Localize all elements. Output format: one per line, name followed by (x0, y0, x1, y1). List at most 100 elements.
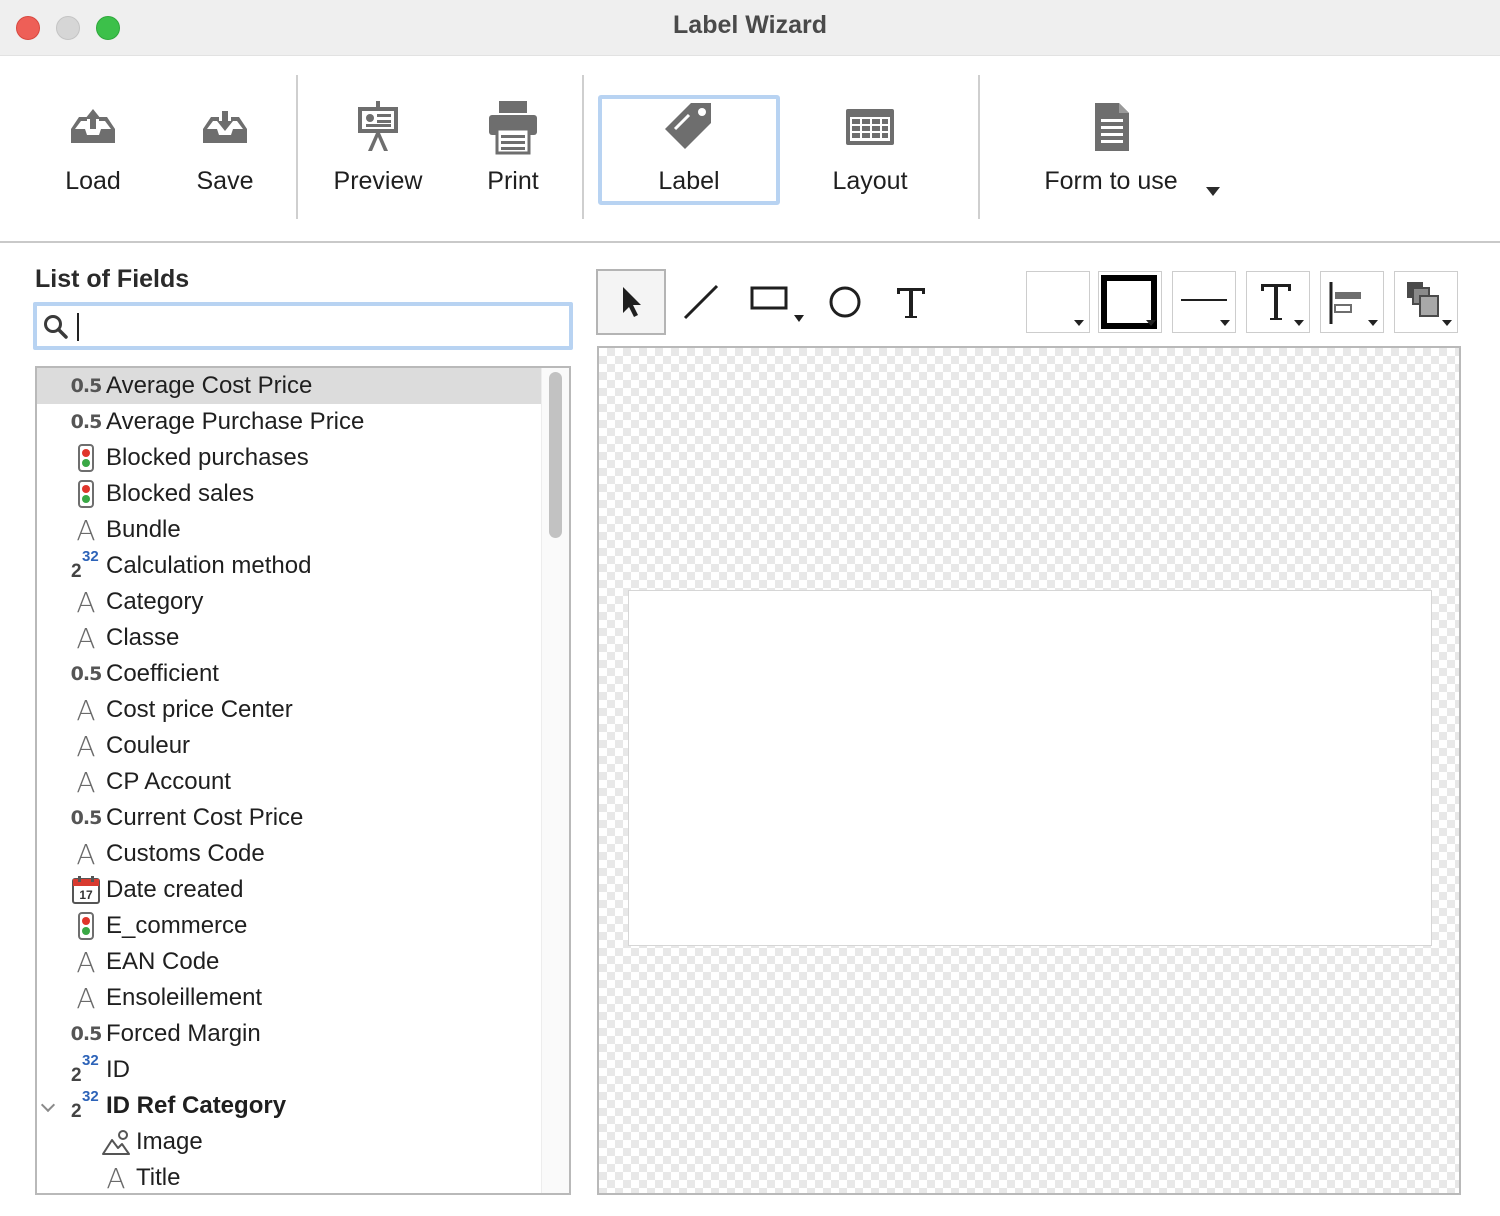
label-button[interactable]: Label (598, 95, 780, 205)
scrollbar-thumb[interactable] (549, 372, 562, 538)
picture-type-icon (101, 1127, 131, 1157)
preview-label: Preview (333, 167, 423, 195)
list-item-label: Ensoleillement (106, 984, 263, 1011)
list-item[interactable]: A CP Account (37, 764, 541, 800)
line-tool-button[interactable] (666, 269, 736, 335)
text-type-icon: A (101, 1161, 131, 1195)
layout-button[interactable]: Layout (806, 95, 934, 205)
toolbar-separator (296, 75, 298, 219)
list-item[interactable]: 17 Date created (37, 872, 541, 908)
list-item[interactable]: Blocked purchases (37, 440, 541, 476)
search-icon (44, 315, 68, 339)
list-item[interactable]: A Ensoleillement (37, 980, 541, 1016)
list-item-label: Couleur (106, 732, 191, 759)
chevron-down-icon (1074, 320, 1084, 326)
load-label: Load (65, 167, 121, 195)
circle-icon (829, 286, 861, 318)
list-item-label: Image (136, 1128, 203, 1155)
list-item[interactable]: 2 32 Calculation method (37, 548, 541, 584)
list-item[interactable]: E_commerce (37, 908, 541, 944)
fill-color-button[interactable] (1026, 271, 1090, 333)
chevron-down-icon[interactable] (1206, 187, 1220, 196)
list-item[interactable]: 0.5 Average Cost Price (37, 368, 541, 404)
decimal-type-glyph: 0.5 (70, 807, 103, 829)
list-item[interactable]: 2 32 ID (37, 1052, 541, 1088)
text-type-glyph: A (76, 729, 96, 763)
integer-type-exponent: 32 (82, 548, 99, 565)
document-icon (1095, 103, 1129, 151)
align-button[interactable] (1320, 271, 1384, 333)
text-type-icon: A (71, 586, 101, 619)
list-item[interactable]: 0.5 Coefficient (37, 656, 541, 692)
text-type-icon: A (71, 766, 101, 799)
form-to-use-button[interactable]: Form to use (1024, 95, 1198, 205)
scrollbar-track[interactable] (541, 368, 569, 1193)
decimal-type-icon: 0.5 (70, 803, 103, 833)
label-label: Label (658, 167, 720, 195)
layout-label: Layout (832, 167, 908, 195)
label-canvas[interactable] (597, 346, 1461, 1195)
chevron-down-icon (1220, 320, 1230, 326)
font-button[interactable] (1246, 271, 1310, 333)
search-box[interactable] (33, 302, 573, 350)
list-item[interactable]: A EAN Code (37, 944, 541, 980)
list-item-label: Cost price Center (106, 696, 293, 723)
preview-button[interactable]: Preview (318, 95, 438, 205)
decimal-type-icon: 0.5 (71, 407, 103, 437)
list-item-label: EAN Code (106, 948, 220, 975)
integer-type-base: 2 (71, 1101, 82, 1122)
arrange-button[interactable] (1394, 271, 1458, 333)
save-label: Save (196, 167, 254, 195)
chevron-down-icon[interactable] (40, 1097, 56, 1113)
list-item[interactable]: Image (37, 1124, 541, 1160)
field-list[interactable]: 0.5 Average Cost Price 0.5 Average Purchase… (35, 366, 571, 1195)
list-item[interactable]: 2 32 ID Ref Category (37, 1088, 541, 1124)
text-type-glyph: A (106, 1161, 126, 1195)
save-button[interactable]: Save (172, 95, 278, 205)
list-item[interactable]: A Couleur (37, 728, 541, 764)
select-tool-button[interactable] (596, 269, 666, 335)
rectangle-icon (750, 286, 804, 322)
tag-icon (665, 103, 711, 149)
line-width-button[interactable] (1172, 271, 1236, 333)
list-item-label: ID (106, 1056, 130, 1083)
list-item-label: Blocked purchases (106, 444, 309, 471)
window-title: Label Wizard (673, 11, 827, 39)
load-button[interactable]: Load (40, 95, 146, 205)
boolean-type-icon (71, 479, 101, 509)
chevron-down-icon (1442, 320, 1452, 326)
chevron-down-icon (1368, 320, 1378, 326)
title-bar: Label Wizard (0, 0, 1500, 56)
list-item-label: E_commerce (106, 912, 248, 939)
list-item-label: Category (106, 588, 204, 615)
list-item-label: Customs Code (106, 840, 265, 867)
decimal-type-icon: 0.5 (71, 1019, 103, 1049)
list-item[interactable]: A Classe (37, 620, 541, 656)
label-area[interactable] (628, 590, 1432, 946)
list-item[interactable]: A Title (37, 1160, 541, 1195)
list-item[interactable]: A Bundle (37, 512, 541, 548)
list-item-label: Average Cost Price (106, 372, 313, 399)
list-item-label: Classe (106, 624, 180, 651)
text-type-icon: A (71, 513, 101, 547)
search-input[interactable] (75, 308, 565, 346)
form-to-use-label: Form to use (1044, 167, 1178, 195)
list-item[interactable]: 0.5 Current Cost Price (37, 800, 541, 836)
print-button[interactable]: Print (462, 95, 564, 205)
rectangle-tool-button[interactable] (736, 269, 816, 335)
list-item[interactable]: A Cost price Center (37, 692, 541, 728)
list-item[interactable]: 0.5 Average Purchase Price (37, 404, 541, 440)
text-tool-button[interactable] (876, 269, 946, 335)
arrow-pointer-icon (623, 287, 641, 317)
text-type-icon: A (71, 838, 101, 871)
list-item-label: ID Ref Category (106, 1092, 287, 1119)
text-type-icon: A (71, 946, 101, 979)
stroke-color-button[interactable] (1098, 271, 1162, 333)
list-item[interactable]: A Category (37, 584, 541, 620)
list-item[interactable]: A Customs Code (37, 836, 541, 872)
list-item[interactable]: 0.5 Forced Margin (37, 1016, 541, 1052)
list-item[interactable]: Blocked sales (37, 476, 541, 512)
text-type-glyph: A (76, 513, 96, 547)
oval-tool-button[interactable] (810, 269, 880, 335)
integer-type-base: 2 (71, 1065, 82, 1086)
